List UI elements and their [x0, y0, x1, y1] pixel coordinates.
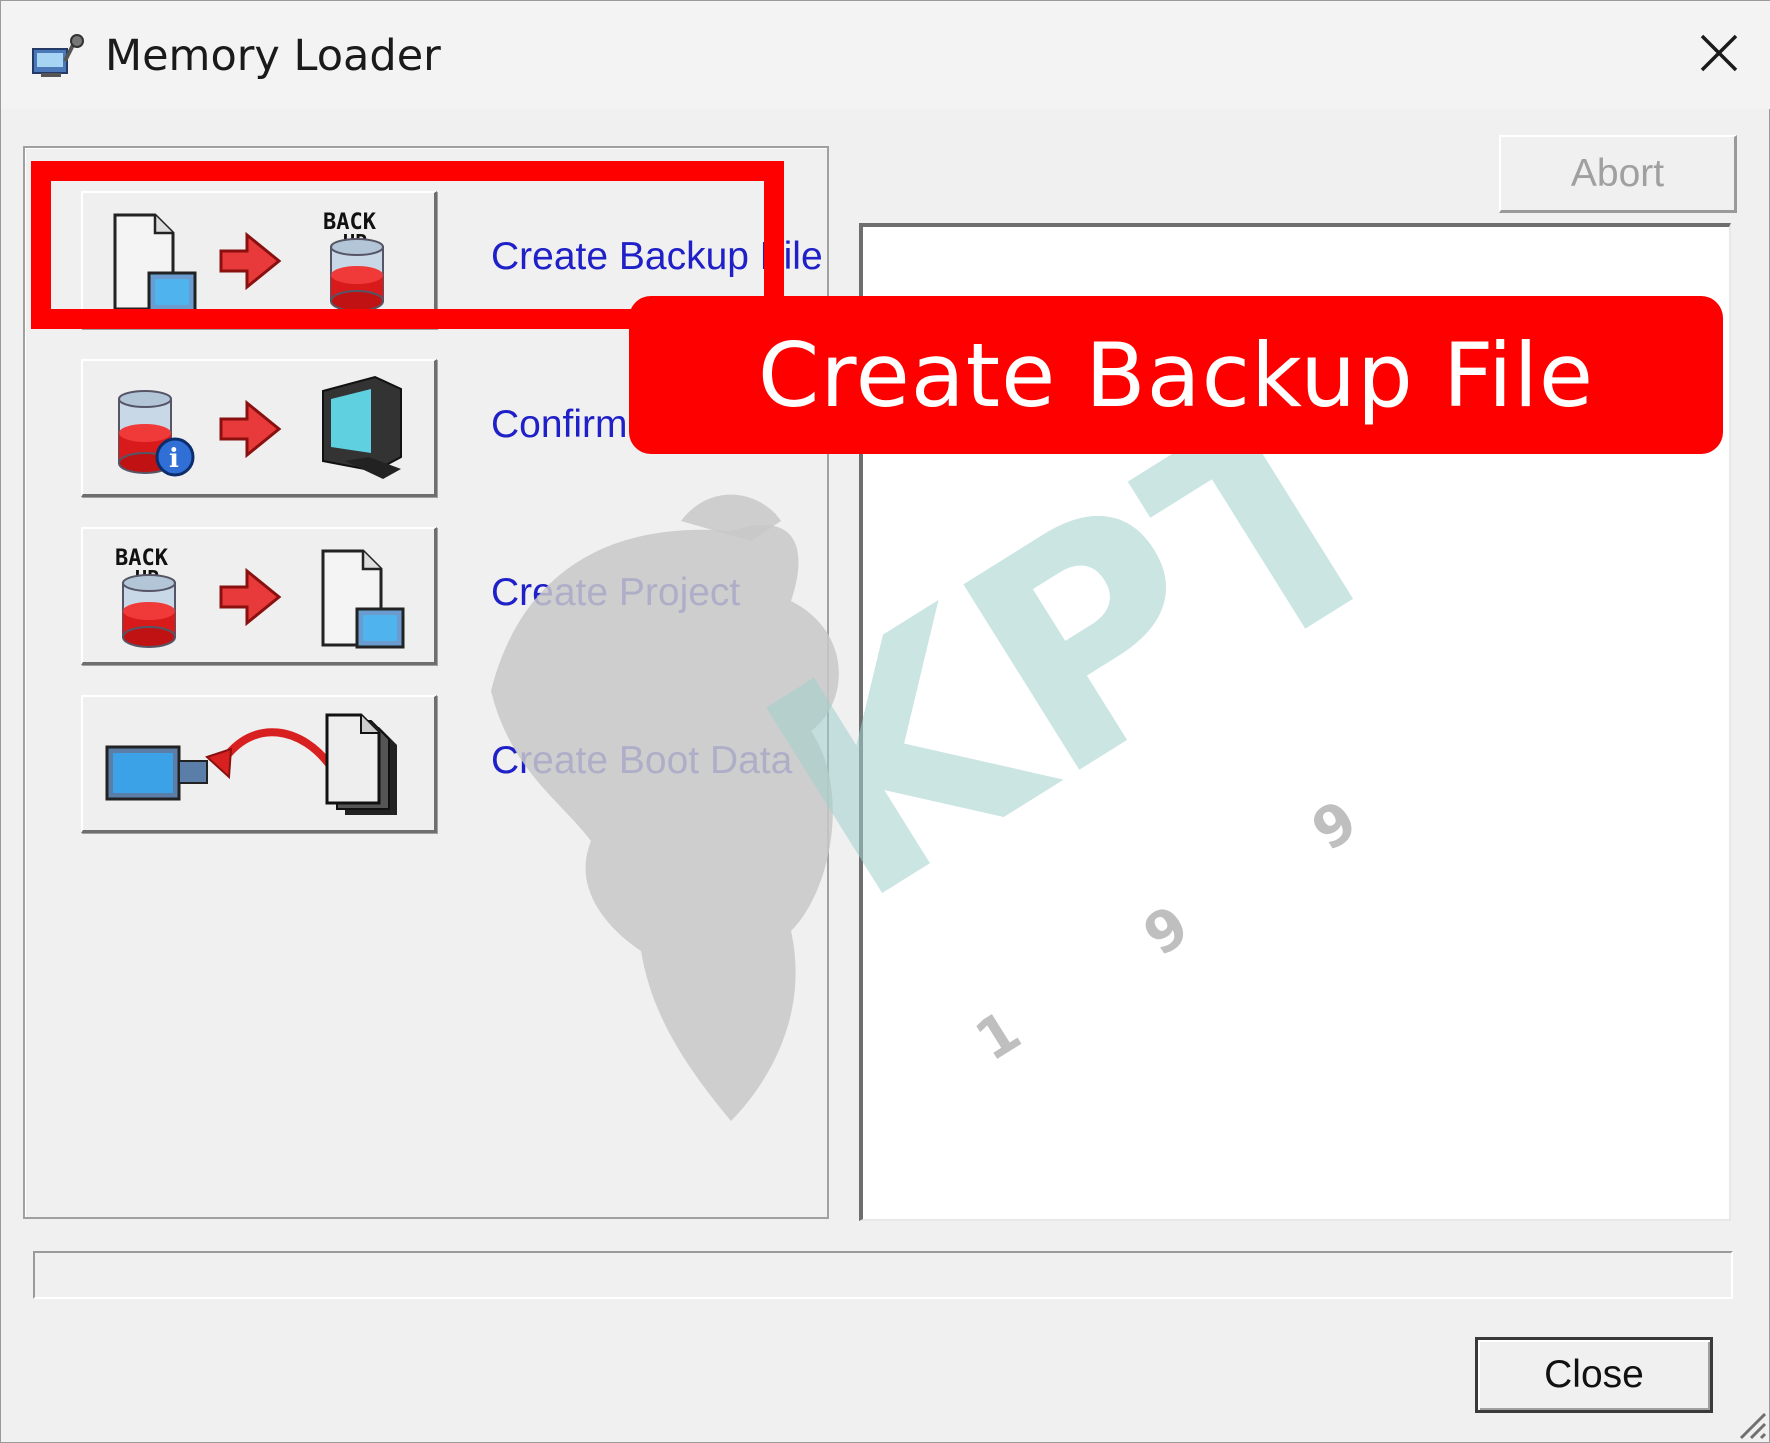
callout-banner: Create Backup File — [629, 296, 1723, 454]
abort-button[interactable]: Abort — [1499, 135, 1737, 213]
create-backup-file-button[interactable]: BACK UP — [81, 191, 437, 329]
memory-loader-icon — [32, 34, 84, 77]
create-boot-data-button[interactable] — [81, 695, 437, 833]
database-info-icon: i — [118, 390, 195, 477]
arrow-right-icon — [219, 231, 282, 291]
svg-text:i: i — [169, 444, 179, 474]
title-bar: Memory Loader — [1, 1, 1770, 109]
backup-cylinder-icon: BACK UP — [323, 210, 384, 312]
resize-grip-icon[interactable] — [1731, 1404, 1767, 1440]
operation-create-project[interactable]: BACK UP — [81, 527, 821, 667]
arrow-right-icon — [219, 399, 282, 459]
project-file-icon — [321, 549, 405, 649]
monitor-icon — [322, 375, 402, 479]
create-project-button[interactable]: BACK UP — [81, 527, 437, 665]
screen-icon — [105, 745, 208, 801]
arrow-right-icon — [219, 567, 282, 627]
confirm-backup-data-button[interactable]: i — [81, 359, 437, 497]
operation-create-boot-data[interactable]: Create Boot Data — [81, 695, 821, 835]
project-file-icon — [113, 213, 197, 313]
curved-arrow-icon — [205, 728, 335, 780]
close-icon[interactable] — [1683, 21, 1755, 85]
close-button[interactable]: Close — [1475, 1337, 1713, 1413]
backup-cylinder-icon: BACK UP — [115, 546, 176, 648]
progress-bar — [33, 1251, 1733, 1299]
window-title: Memory Loader — [105, 31, 441, 81]
create-project-link[interactable]: Create Project — [491, 571, 740, 615]
file-stack-icon — [325, 713, 397, 815]
create-backup-file-link[interactable]: Create Backup File — [491, 235, 823, 279]
create-boot-data-link[interactable]: Create Boot Data — [491, 739, 792, 783]
memory-loader-window: Memory Loader BACK Create Backup File i … — [0, 0, 1770, 1443]
